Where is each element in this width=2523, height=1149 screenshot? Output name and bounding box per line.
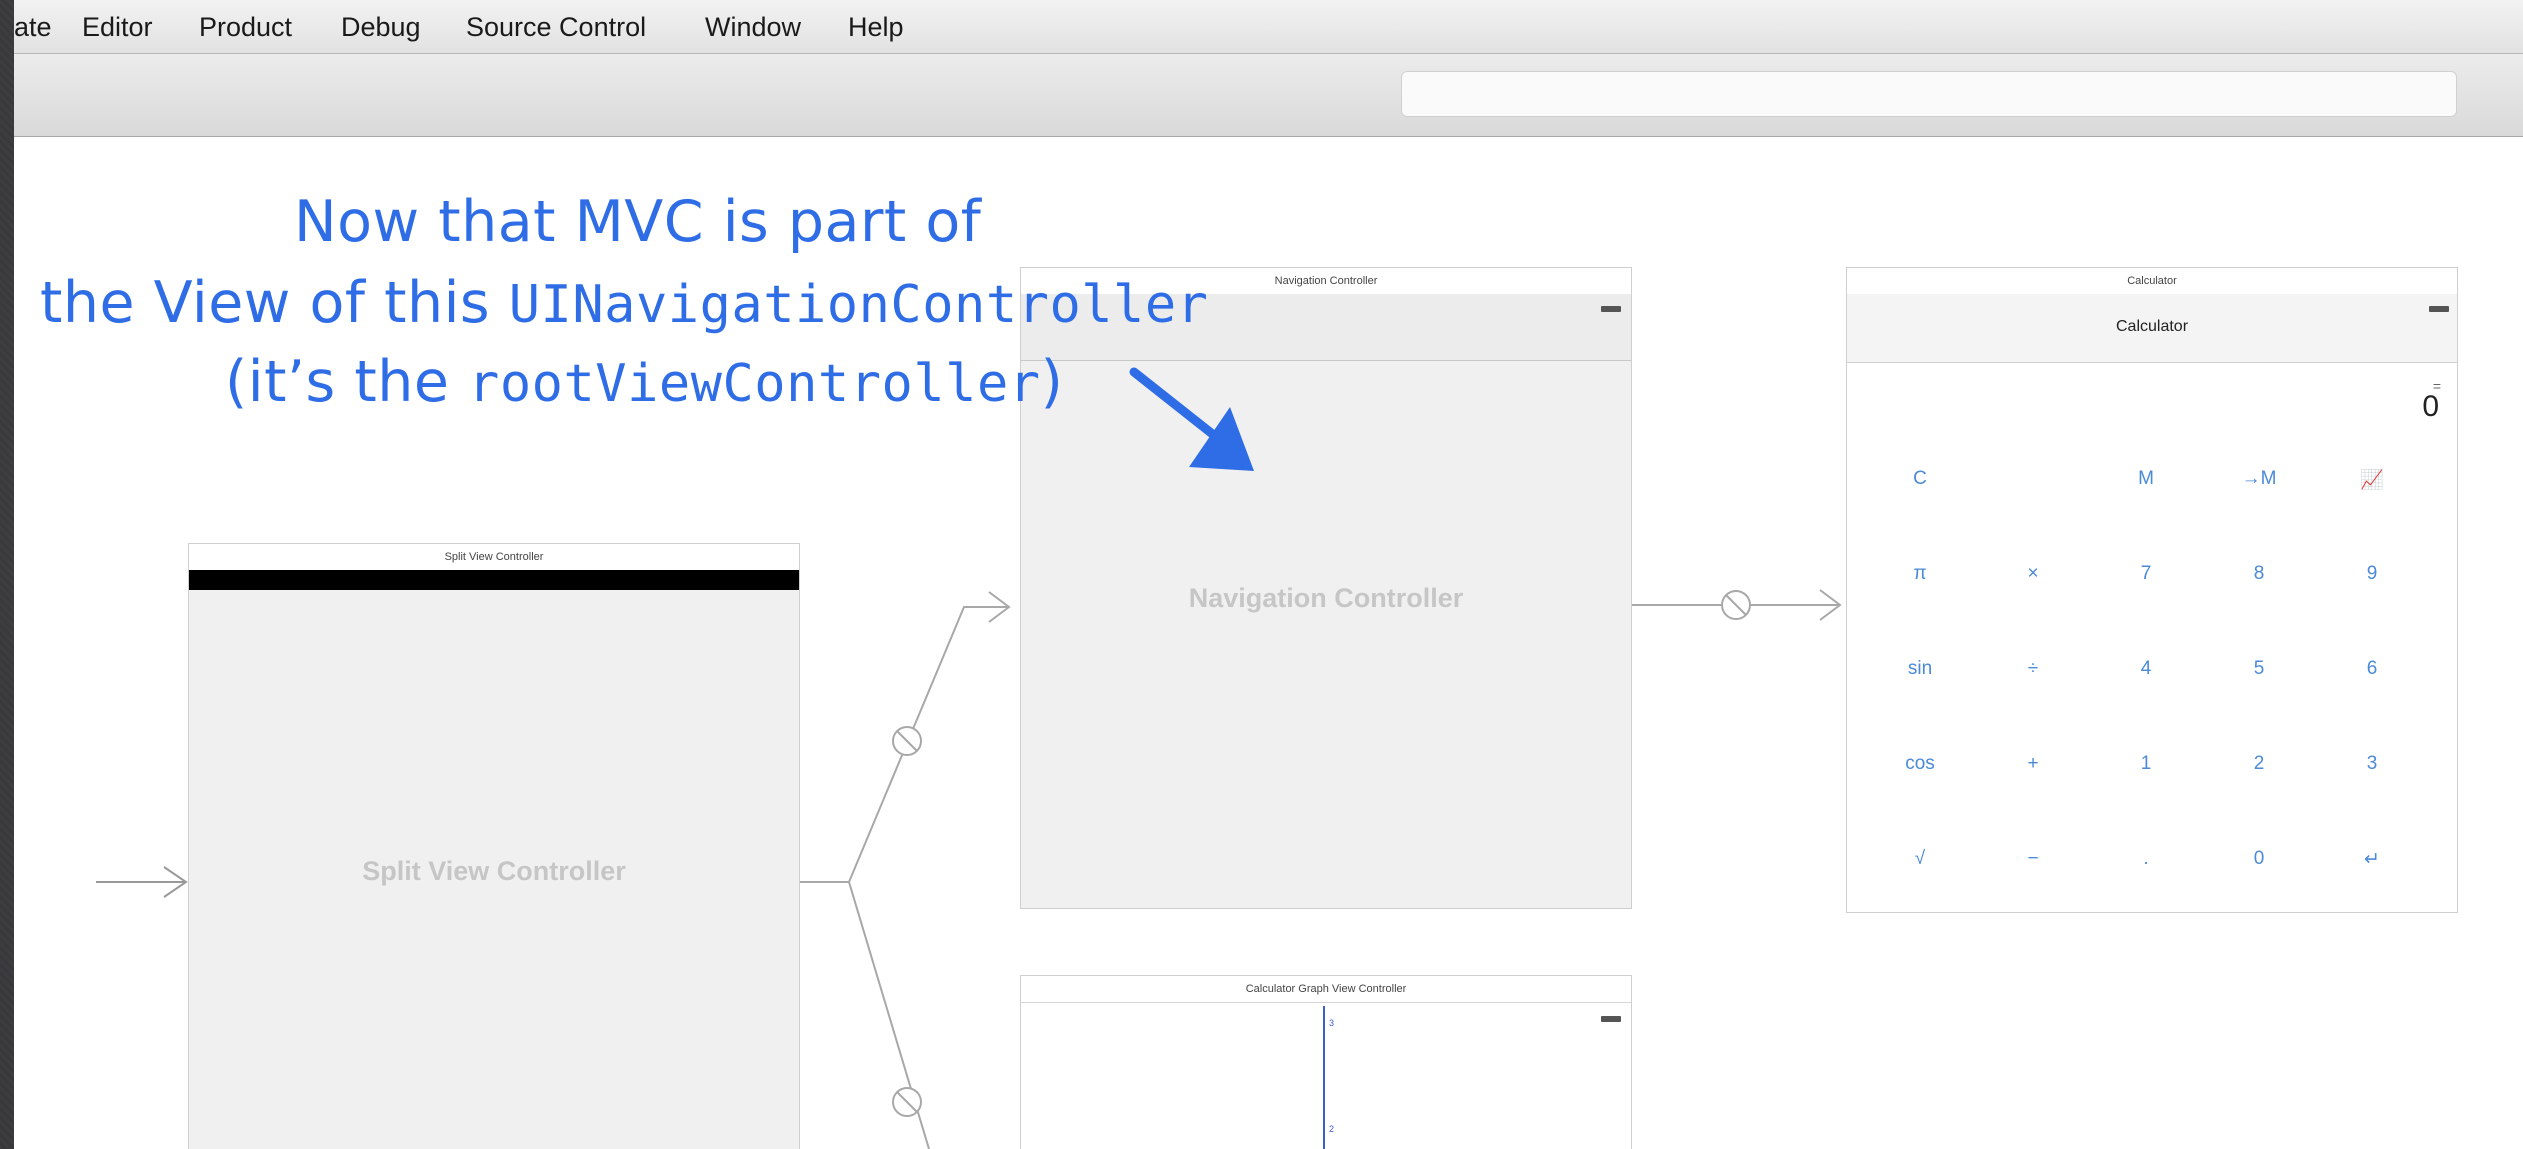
activity-view xyxy=(1401,71,2457,117)
menu-item-navigate[interactable]: ate xyxy=(14,12,52,43)
menu-item-product[interactable]: Product xyxy=(199,12,292,43)
annotation-line-3: (it’s the rootViewController) xyxy=(225,349,1063,415)
arrow-icon xyxy=(96,866,188,898)
annotation-text: (it’s the xyxy=(225,349,469,415)
segue-icon[interactable] xyxy=(1721,590,1751,620)
segue-icon[interactable] xyxy=(892,726,922,756)
annotation-text: the View of this xyxy=(40,270,509,336)
storyboard-canvas: Split View Controller Split View Control… xyxy=(14,137,2523,1149)
annotation-line-1: Now that MVC is part of xyxy=(294,189,982,255)
menu-item-source-control[interactable]: Source Control xyxy=(466,12,646,43)
menu-item-help[interactable]: Help xyxy=(848,12,904,43)
slide-background: ate Editor Product Debug Source Control … xyxy=(0,0,2523,1149)
segue-relationship-line xyxy=(800,591,1011,1149)
annotation-code: rootViewController xyxy=(468,354,1041,414)
segue-icon[interactable] xyxy=(892,1087,922,1117)
menu-bar: ate Editor Product Debug Source Control … xyxy=(14,0,2523,54)
menu-item-window[interactable]: Window xyxy=(705,12,801,43)
annotation-text: ) xyxy=(1040,349,1064,415)
annotation-line-2: the View of this UINavigationController xyxy=(40,270,1208,336)
annotation-code: UINavigationController xyxy=(508,275,1209,335)
menu-item-debug[interactable]: Debug xyxy=(341,12,421,43)
annotation-arrow-icon xyxy=(1129,367,1254,471)
xcode-window: ate Editor Product Debug Source Control … xyxy=(14,0,2523,1149)
menu-item-editor[interactable]: Editor xyxy=(82,12,153,43)
toolbar xyxy=(14,54,2523,137)
